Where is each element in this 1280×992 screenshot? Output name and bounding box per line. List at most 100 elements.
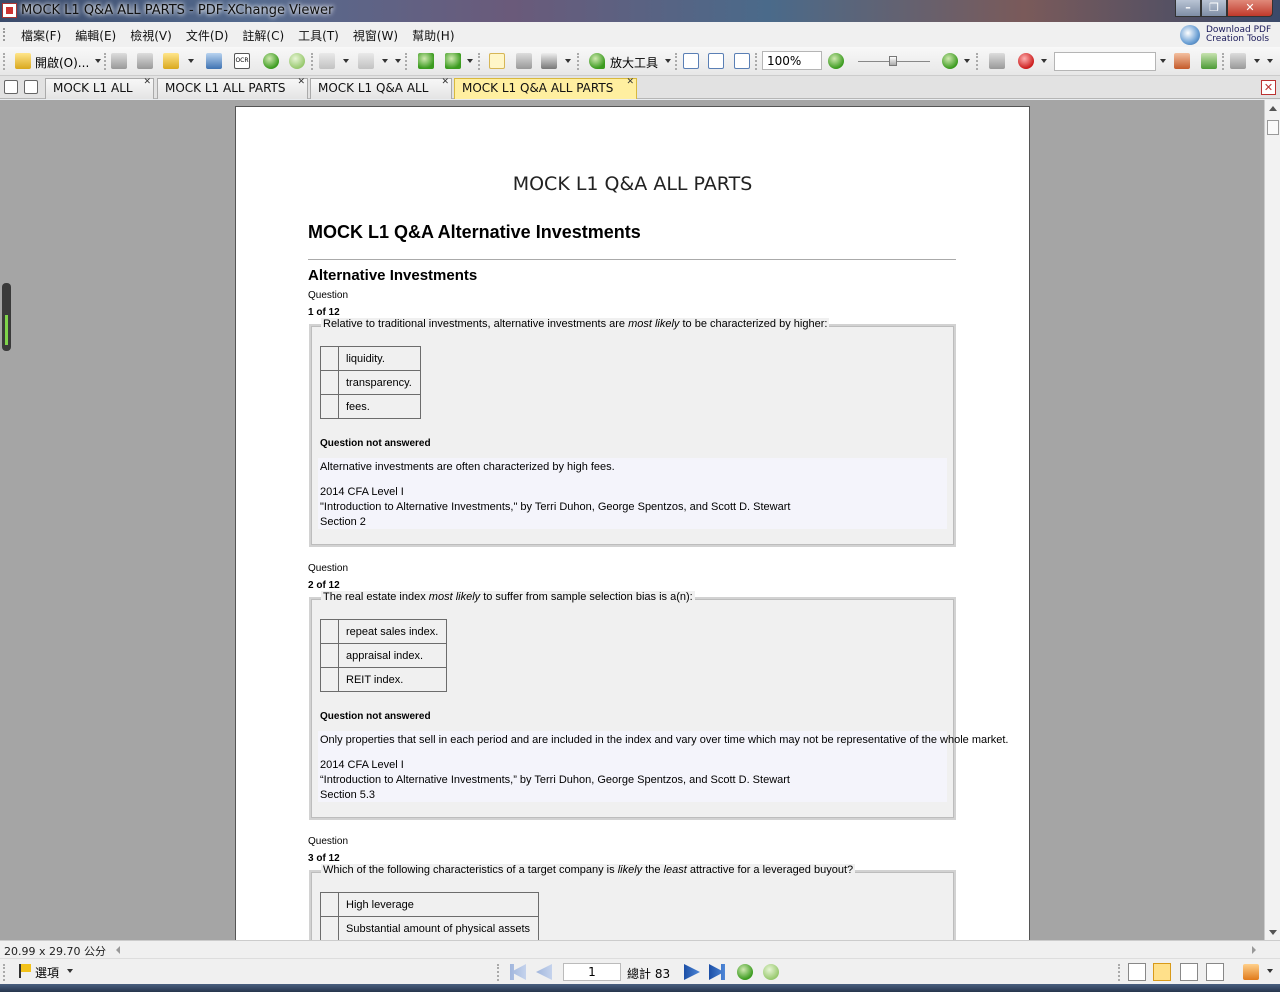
answer-checkbox[interactable]	[320, 667, 339, 692]
tab-close-icon[interactable]: ✕	[297, 77, 305, 87]
close-document-icon[interactable]: ✕	[1261, 80, 1276, 95]
single-page-view-icon[interactable]	[1128, 963, 1146, 981]
vertical-scrollbar[interactable]	[1264, 100, 1280, 940]
open-folder-icon[interactable]	[15, 53, 31, 69]
continuous-view-icon[interactable]	[1153, 963, 1171, 981]
spell-check-icon[interactable]	[1018, 53, 1034, 69]
answer-option[interactable]: appraisal index.	[320, 643, 448, 668]
snapshot-icon[interactable]	[516, 53, 532, 69]
undo-icon[interactable]	[319, 53, 335, 69]
find-options-caret-icon[interactable]	[1254, 59, 1260, 63]
tab-mock-l1-qa-all[interactable]: MOCK L1 Q&A ALL ✕	[310, 77, 452, 99]
search-dropdown-caret-icon[interactable]	[1160, 59, 1166, 63]
answer-option[interactable]: REIT index.	[320, 667, 448, 692]
email-icon[interactable]	[206, 53, 222, 69]
page-arrange-caret-icon[interactable]	[467, 59, 473, 63]
answer-option[interactable]: fees.	[320, 394, 421, 419]
links-icon[interactable]	[989, 53, 1005, 69]
first-page-icon[interactable]	[510, 964, 526, 980]
menu-edit[interactable]: 編輯(E)	[68, 26, 123, 45]
scroll-up-icon[interactable]	[1269, 106, 1277, 111]
navbar-end-caret-icon[interactable]	[1267, 969, 1273, 973]
history-forward-icon[interactable]	[763, 964, 779, 980]
menu-document[interactable]: 文件(D)	[179, 26, 236, 45]
restore-button[interactable]: ❐	[1201, 0, 1227, 17]
open-dropdown-caret-icon[interactable]	[95, 59, 101, 63]
menu-grip-icon[interactable]	[3, 28, 6, 41]
options-flag-icon[interactable]	[19, 964, 31, 978]
minimize-button[interactable]: –	[1175, 0, 1201, 17]
app-icon[interactable]	[2, 3, 17, 18]
tab-sort-icon[interactable]	[24, 80, 38, 94]
zoom-out-icon[interactable]	[828, 53, 844, 69]
answer-checkbox[interactable]	[320, 394, 339, 419]
tab-close-icon[interactable]: ✕	[441, 77, 449, 87]
answer-option[interactable]: Substantial amount of physical assets	[320, 916, 540, 941]
scroll-thumb[interactable]	[1267, 120, 1279, 135]
toolbar-end-caret-icon[interactable]	[1267, 59, 1273, 63]
tab-close-icon[interactable]: ✕	[143, 77, 151, 87]
history-back-icon[interactable]	[737, 964, 753, 980]
scroll-left-icon[interactable]	[116, 946, 120, 954]
zoom-in-icon[interactable]	[942, 53, 958, 69]
scroll-down-icon[interactable]	[1269, 930, 1277, 935]
fit-page-icon[interactable]	[708, 53, 724, 69]
find-next-icon[interactable]	[1201, 53, 1217, 69]
next-page-icon[interactable]	[684, 964, 700, 980]
find-previous-icon[interactable]	[1174, 53, 1190, 69]
page-arrange-icon[interactable]	[445, 53, 461, 69]
save-icon[interactable]	[111, 53, 127, 69]
answer-checkbox[interactable]	[320, 892, 339, 917]
answer-option[interactable]: High leverage	[320, 892, 540, 917]
answer-checkbox[interactable]	[320, 916, 339, 941]
actual-size-icon[interactable]	[683, 53, 699, 69]
options-caret-icon[interactable]	[67, 969, 73, 973]
current-page-input[interactable]: 1	[563, 963, 621, 981]
redo-icon[interactable]	[358, 53, 374, 69]
tab-close-icon[interactable]: ✕	[626, 77, 634, 87]
tab-list-icon[interactable]	[4, 80, 18, 94]
fit-width-icon[interactable]	[734, 53, 750, 69]
tab-mock-l1-qa-all-parts[interactable]: MOCK L1 Q&A ALL PARTS ✕	[454, 77, 637, 99]
previous-page-icon[interactable]	[536, 964, 552, 980]
options-button[interactable]: 選項	[35, 964, 59, 981]
undo-dropdown-caret-icon[interactable]	[343, 59, 349, 63]
continuous-facing-view-icon[interactable]	[1206, 963, 1224, 981]
answer-checkbox[interactable]	[320, 370, 339, 395]
rotate-icon[interactable]	[418, 53, 434, 69]
menu-file[interactable]: 檔案(F)	[14, 26, 68, 45]
menu-help[interactable]: 幫助(H)	[405, 26, 461, 45]
forward-icon[interactable]	[289, 53, 305, 69]
menu-window[interactable]: 視窗(W)	[346, 26, 405, 45]
menu-comments[interactable]: 註解(C)	[235, 26, 291, 45]
print-icon[interactable]	[137, 53, 153, 69]
highlight-icon[interactable]	[1243, 964, 1259, 980]
close-button[interactable]: ✕	[1227, 0, 1273, 17]
answer-option[interactable]: transparency.	[320, 370, 421, 395]
hand-tool-icon[interactable]	[489, 53, 505, 69]
ocr-icon[interactable]: OCR	[234, 53, 250, 69]
zoom-in-caret-icon[interactable]	[964, 59, 970, 63]
select-tool-caret-icon[interactable]	[565, 59, 571, 63]
export-dropdown-caret-icon[interactable]	[188, 59, 194, 63]
search-input[interactable]	[1054, 52, 1156, 71]
zoom-tool-label[interactable]: 放大工具	[610, 54, 658, 71]
toolbar-overflow-caret-icon[interactable]	[395, 59, 401, 63]
zoom-tool-caret-icon[interactable]	[665, 59, 671, 63]
menu-tools[interactable]: 工具(T)	[291, 26, 346, 45]
scroll-right-icon[interactable]	[1252, 946, 1256, 954]
menu-view[interactable]: 檢視(V)	[123, 26, 179, 45]
back-icon[interactable]	[263, 53, 279, 69]
answer-option[interactable]: liquidity.	[320, 346, 421, 371]
tab-mock-l1-all-parts[interactable]: MOCK L1 ALL PARTS ✕	[157, 77, 308, 99]
open-button-label[interactable]: 開啟(O)...	[35, 54, 89, 71]
redo-dropdown-caret-icon[interactable]	[382, 59, 388, 63]
side-panel-handle[interactable]	[2, 283, 11, 351]
answer-option[interactable]: repeat sales index.	[320, 619, 448, 644]
zoom-tool-icon[interactable]	[589, 53, 605, 69]
answer-checkbox[interactable]	[320, 643, 339, 668]
download-creation-tools-button[interactable]: Download PDF Creation Tools	[1180, 23, 1276, 46]
tab-mock-l1-all[interactable]: MOCK L1 ALL ✕	[45, 77, 154, 99]
export-icon[interactable]	[163, 53, 179, 69]
answer-checkbox[interactable]	[320, 346, 339, 371]
